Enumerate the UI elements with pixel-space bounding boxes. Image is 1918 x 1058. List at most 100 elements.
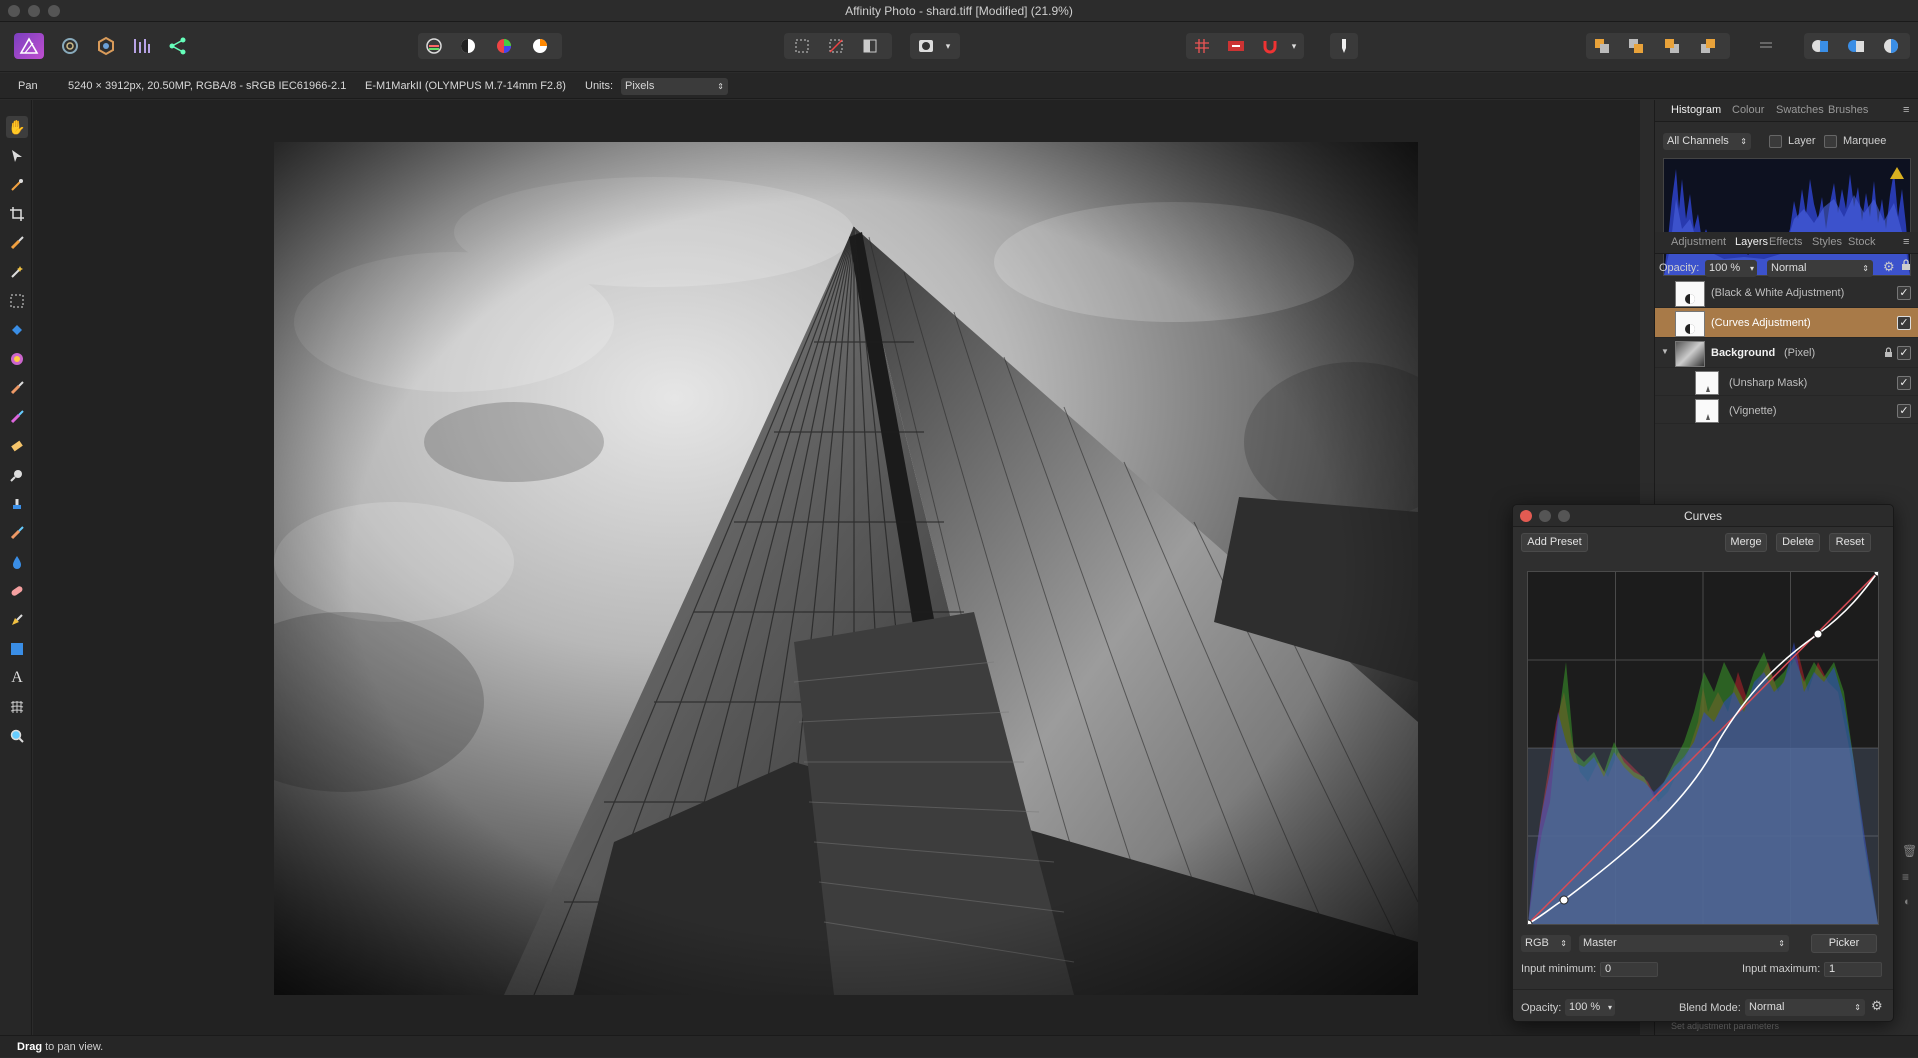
colour-space-select[interactable]: RGB ⇕ [1521, 935, 1571, 952]
close-dialog-icon[interactable] [1520, 510, 1532, 522]
trash-icon[interactable]: 🗑 [1902, 844, 1917, 858]
panel-menu-icon[interactable]: ≡ [1902, 870, 1909, 884]
channel-select[interactable]: All Channels ⇕ [1663, 133, 1751, 150]
rectangle-tool-icon[interactable] [6, 638, 28, 660]
smudge-brush-tool-icon[interactable] [6, 522, 28, 544]
flood-fill-tool-icon[interactable] [6, 319, 28, 341]
circle-icon[interactable]: ◐ [1904, 896, 1911, 908]
layer-visibility-checkbox[interactable]: ✓ [1897, 286, 1911, 300]
layer-blend-mode-select[interactable]: Normal ⇕ [1767, 260, 1873, 277]
develop-persona-icon[interactable] [92, 33, 120, 59]
lock-icon[interactable] [1901, 259, 1911, 274]
dodge-brush-tool-icon[interactable] [6, 464, 28, 486]
add-preset-button[interactable]: Add Preset [1521, 533, 1588, 552]
zoom-dialog-icon[interactable] [1558, 510, 1570, 522]
hand-tool-icon[interactable]: ✋ [6, 116, 28, 138]
zoom-window-icon[interactable] [48, 5, 60, 17]
assistant-icon[interactable] [1222, 33, 1250, 59]
move-to-back-icon[interactable] [1588, 33, 1616, 59]
paint-brush-tool-icon[interactable] [6, 377, 28, 399]
mesh-warp-tool-icon[interactable] [6, 696, 28, 718]
colour-picker-tool-icon[interactable] [6, 174, 28, 196]
layer-row[interactable]: (Unsharp Mask) ✓ [1655, 368, 1918, 396]
pen-info-icon[interactable] [1330, 33, 1358, 59]
move-forward-one-icon[interactable] [1658, 33, 1686, 59]
tone-mapping-persona-icon[interactable] [128, 33, 156, 59]
export-persona-icon[interactable] [164, 33, 192, 59]
tab-styles[interactable]: Styles [1812, 236, 1842, 248]
tab-layers[interactable]: Layers [1735, 236, 1768, 248]
layer-row[interactable]: ▼ Background (Pixel) ✓ [1655, 338, 1918, 368]
curves-opacity-select[interactable]: 100 % ▾ [1565, 999, 1615, 1016]
layer-visibility-checkbox[interactable]: ✓ [1897, 316, 1911, 330]
layer-row[interactable]: (Black & White Adjustment) ✓ [1655, 278, 1918, 308]
flood-select-tool-icon[interactable] [6, 261, 28, 283]
pen-tool-icon[interactable] [6, 609, 28, 631]
select-all-icon[interactable] [788, 33, 816, 59]
layer-opacity-select[interactable]: 100 % ▾ [1705, 260, 1757, 277]
add-shapes-icon[interactable] [1806, 33, 1834, 59]
gear-icon[interactable]: ⚙ [1871, 998, 1883, 1014]
marquee-tool-icon[interactable] [6, 290, 28, 312]
tab-histogram[interactable]: Histogram [1671, 104, 1721, 116]
panel-menu-icon[interactable]: ≡ [1903, 104, 1909, 116]
zoom-tool-icon[interactable] [6, 725, 28, 747]
merge-button[interactable]: Merge [1725, 533, 1767, 552]
curves-blend-mode-select[interactable]: Normal ⇕ [1745, 999, 1865, 1016]
panel-menu-icon[interactable]: ≡ [1903, 236, 1909, 248]
subtract-shapes-icon[interactable] [1842, 33, 1870, 59]
minimize-dialog-icon[interactable] [1539, 510, 1551, 522]
layer-visibility-checkbox[interactable]: ✓ [1897, 376, 1911, 390]
layer-row-selected[interactable]: (Curves Adjustment) ✓ [1655, 308, 1918, 338]
invert-selection-icon[interactable] [856, 33, 884, 59]
tab-colour[interactable]: Colour [1732, 104, 1764, 116]
layer-visibility-checkbox[interactable]: ✓ [1897, 346, 1911, 360]
move-back-one-icon[interactable] [1622, 33, 1650, 59]
erase-brush-tool-icon[interactable] [6, 435, 28, 457]
delete-button[interactable]: Delete [1776, 533, 1820, 552]
gear-icon[interactable]: ⚙ [1883, 259, 1895, 275]
colour-replacement-tool-icon[interactable] [6, 406, 28, 428]
gradient-tool-icon[interactable] [6, 348, 28, 370]
grid-icon[interactable] [1188, 33, 1216, 59]
input-minimum-field[interactable]: 0 [1600, 962, 1658, 977]
clone-brush-tool-icon[interactable] [6, 493, 28, 515]
tab-effects[interactable]: Effects [1769, 236, 1802, 248]
photo-persona-icon[interactable] [14, 33, 44, 59]
blur-brush-tool-icon[interactable] [6, 551, 28, 573]
quick-mask-icon[interactable] [912, 33, 940, 59]
tab-adjustment[interactable]: Adjustment [1671, 236, 1726, 248]
quick-mask-dropdown-icon[interactable]: ▾ [940, 33, 956, 59]
layer-visibility-checkbox[interactable]: ✓ [1897, 404, 1911, 418]
picker-button[interactable]: Picker [1811, 934, 1877, 953]
tab-brushes[interactable]: Brushes [1828, 104, 1868, 116]
layer-checkbox[interactable] [1769, 135, 1782, 148]
auto-contrast-icon[interactable] [454, 33, 482, 59]
deselect-icon[interactable] [822, 33, 850, 59]
minimize-window-icon[interactable] [28, 5, 40, 17]
move-tool-icon[interactable] [6, 145, 28, 167]
reset-button[interactable]: Reset [1829, 533, 1871, 552]
close-window-icon[interactable] [8, 5, 20, 17]
input-maximum-field[interactable]: 1 [1824, 962, 1882, 977]
auto-levels-icon[interactable] [420, 33, 448, 59]
tab-stock[interactable]: Stock [1848, 236, 1876, 248]
auto-colours-icon[interactable] [490, 33, 518, 59]
snapping-dropdown-icon[interactable]: ▾ [1286, 33, 1302, 59]
snapping-magnet-icon[interactable] [1256, 33, 1284, 59]
liquify-persona-icon[interactable] [56, 33, 84, 59]
move-to-front-icon[interactable] [1694, 33, 1722, 59]
layer-row[interactable]: (Vignette) ✓ [1655, 396, 1918, 424]
align-icon[interactable] [1752, 33, 1780, 59]
document-image[interactable] [274, 142, 1418, 995]
curve-graph[interactable] [1523, 567, 1883, 929]
curve-channel-select[interactable]: Master ⇕ [1579, 935, 1789, 952]
units-select[interactable]: Pixels ⇕ [621, 78, 728, 95]
expand-triangle-icon[interactable]: ▼ [1661, 347, 1669, 356]
crop-tool-icon[interactable] [6, 203, 28, 225]
text-tool-icon[interactable]: A [6, 667, 28, 689]
marquee-checkbox[interactable] [1824, 135, 1837, 148]
auto-white-balance-icon[interactable] [526, 33, 554, 59]
tab-swatches[interactable]: Swatches [1776, 104, 1824, 116]
intersect-shapes-icon[interactable] [1878, 33, 1906, 59]
